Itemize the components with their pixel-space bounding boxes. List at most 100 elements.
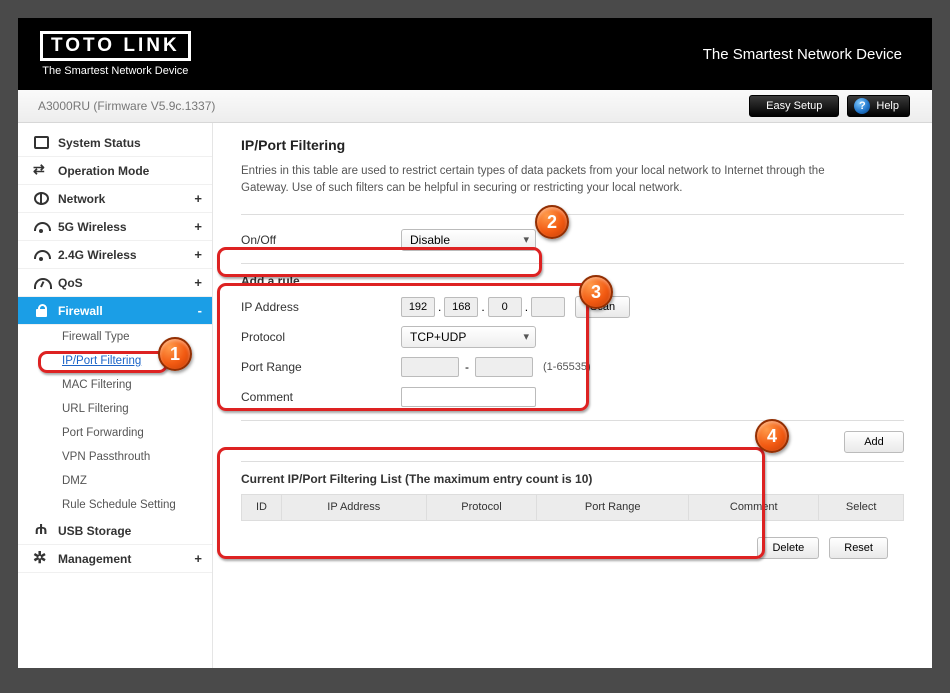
filtering-table: ID IP Address Protocol Port Range Commen… <box>241 494 904 521</box>
subheader-buttons: Easy Setup ? Help <box>749 95 910 117</box>
collapse-icon: - <box>198 303 202 318</box>
sidebar-item-operation-mode[interactable]: Operation Mode <box>18 157 212 185</box>
body-row: System Status Operation Mode Network + 5… <box>18 123 932 668</box>
ip-label: IP Address <box>241 300 401 314</box>
monitor-icon <box>34 136 49 149</box>
sidebar-item-qos[interactable]: QoS + <box>18 269 212 297</box>
sidebar-item-label: System Status <box>58 136 141 150</box>
add-button[interactable]: Add <box>844 431 904 453</box>
sidebar-sub-vpn-passthrough[interactable]: VPN Passthrouth <box>18 445 212 469</box>
gauge-icon <box>34 276 49 289</box>
col-id: ID <box>242 494 282 520</box>
sidebar-sub-ip-port-filtering[interactable]: IP/Port Filtering <box>18 349 212 373</box>
page-title: IP/Port Filtering <box>241 137 904 153</box>
ip-octet-2[interactable] <box>444 297 478 317</box>
expand-icon: + <box>194 219 202 234</box>
subheader: A3000RU (Firmware V5.9c.1337) Easy Setup… <box>18 90 932 123</box>
sidebar-item-label: Operation Mode <box>58 164 149 178</box>
divider <box>241 420 904 421</box>
usb-icon <box>34 524 49 537</box>
sidebar-item-label: Firewall <box>58 304 103 318</box>
page-description: Entries in this table are used to restri… <box>241 163 861 198</box>
reset-button[interactable]: Reset <box>829 537 888 559</box>
protocol-select[interactable]: TCP+UDP <box>401 326 536 348</box>
sidebar-sub-firewall-type[interactable]: Firewall Type <box>18 325 212 349</box>
main-panel: IP/Port Filtering Entries in this table … <box>213 123 932 668</box>
comment-label: Comment <box>241 390 401 404</box>
protocol-label: Protocol <box>241 330 401 344</box>
sidebar-item-label: 5G Wireless <box>58 220 127 234</box>
col-ip: IP Address <box>282 494 427 520</box>
lock-icon <box>34 304 49 317</box>
port-range-hint: (1-65535) <box>543 361 591 373</box>
firmware-label: A3000RU (Firmware V5.9c.1337) <box>38 99 215 113</box>
table-actions: Delete Reset <box>241 537 904 559</box>
divider <box>241 461 904 462</box>
col-comment: Comment <box>689 494 819 520</box>
header: TOTO LINK The Smartest Network Device Th… <box>18 18 932 90</box>
ip-octet-4[interactable] <box>531 297 565 317</box>
header-slogan: The Smartest Network Device <box>703 46 902 63</box>
sidebar-item-firewall[interactable]: Firewall - <box>18 297 212 325</box>
app-frame: TOTO LINK The Smartest Network Device Th… <box>18 18 932 668</box>
row-protocol: Protocol TCP+UDP <box>241 322 904 352</box>
logo-tagline: The Smartest Network Device <box>42 65 188 77</box>
add-rule-title: Add a rule <box>241 274 904 288</box>
expand-icon: + <box>194 275 202 290</box>
onoff-label: On/Off <box>241 233 401 247</box>
sidebar-item-label: QoS <box>58 276 83 290</box>
sidebar-sub-port-forwarding[interactable]: Port Forwarding <box>18 421 212 445</box>
gear-icon <box>34 552 49 565</box>
sidebar-sub-mac-filtering[interactable]: MAC Filtering <box>18 373 212 397</box>
ip-octet-1[interactable] <box>401 297 435 317</box>
expand-icon: + <box>194 551 202 566</box>
sidebar-sub-rule-schedule[interactable]: Rule Schedule Setting <box>18 493 212 517</box>
comment-input[interactable] <box>401 387 536 407</box>
col-port-range: Port Range <box>537 494 689 520</box>
help-label: Help <box>876 100 899 112</box>
divider <box>241 214 904 215</box>
onoff-value: Disable <box>410 233 450 247</box>
row-comment: Comment <box>241 382 904 412</box>
ip-octet-3[interactable] <box>488 297 522 317</box>
sidebar-item-label: 2.4G Wireless <box>58 248 137 262</box>
row-ip: IP Address . . . Scan <box>241 292 904 322</box>
sidebar: System Status Operation Mode Network + 5… <box>18 123 213 668</box>
help-icon: ? <box>854 98 870 114</box>
logo: TOTO LINK The Smartest Network Device <box>40 31 191 77</box>
port-from-input[interactable] <box>401 357 459 377</box>
protocol-value: TCP+UDP <box>410 330 466 344</box>
globe-icon <box>34 192 49 205</box>
sidebar-item-label: Management <box>58 552 131 566</box>
sidebar-item-usb-storage[interactable]: USB Storage <box>18 517 212 545</box>
operation-mode-icon <box>34 164 49 177</box>
add-bar: Add <box>241 431 904 453</box>
wifi-icon <box>34 220 49 233</box>
delete-button[interactable]: Delete <box>757 537 819 559</box>
easy-setup-button[interactable]: Easy Setup <box>749 95 839 117</box>
onoff-select[interactable]: Disable <box>401 229 536 251</box>
port-range-label: Port Range <box>241 360 401 374</box>
sidebar-item-label: USB Storage <box>58 524 131 538</box>
sidebar-item-system-status[interactable]: System Status <box>18 129 212 157</box>
sidebar-item-label: Network <box>58 192 105 206</box>
row-port-range: Port Range - (1-65535) <box>241 352 904 382</box>
sidebar-sub-dmz[interactable]: DMZ <box>18 469 212 493</box>
expand-icon: + <box>194 191 202 206</box>
col-select: Select <box>819 494 904 520</box>
expand-icon: + <box>194 247 202 262</box>
filtering-list-title: Current IP/Port Filtering List (The maxi… <box>241 472 904 486</box>
scan-button[interactable]: Scan <box>575 296 630 318</box>
sidebar-item-network[interactable]: Network + <box>18 185 212 213</box>
logo-text: TOTO LINK <box>40 31 191 61</box>
sidebar-sub-url-filtering[interactable]: URL Filtering <box>18 397 212 421</box>
sidebar-item-management[interactable]: Management + <box>18 545 212 573</box>
row-onoff: On/Off Disable <box>241 225 904 255</box>
sidebar-item-24g-wireless[interactable]: 2.4G Wireless + <box>18 241 212 269</box>
divider <box>241 263 904 264</box>
help-button[interactable]: ? Help <box>847 95 910 117</box>
col-protocol: Protocol <box>426 494 537 520</box>
port-to-input[interactable] <box>475 357 533 377</box>
wifi-icon <box>34 248 49 261</box>
sidebar-item-5g-wireless[interactable]: 5G Wireless + <box>18 213 212 241</box>
